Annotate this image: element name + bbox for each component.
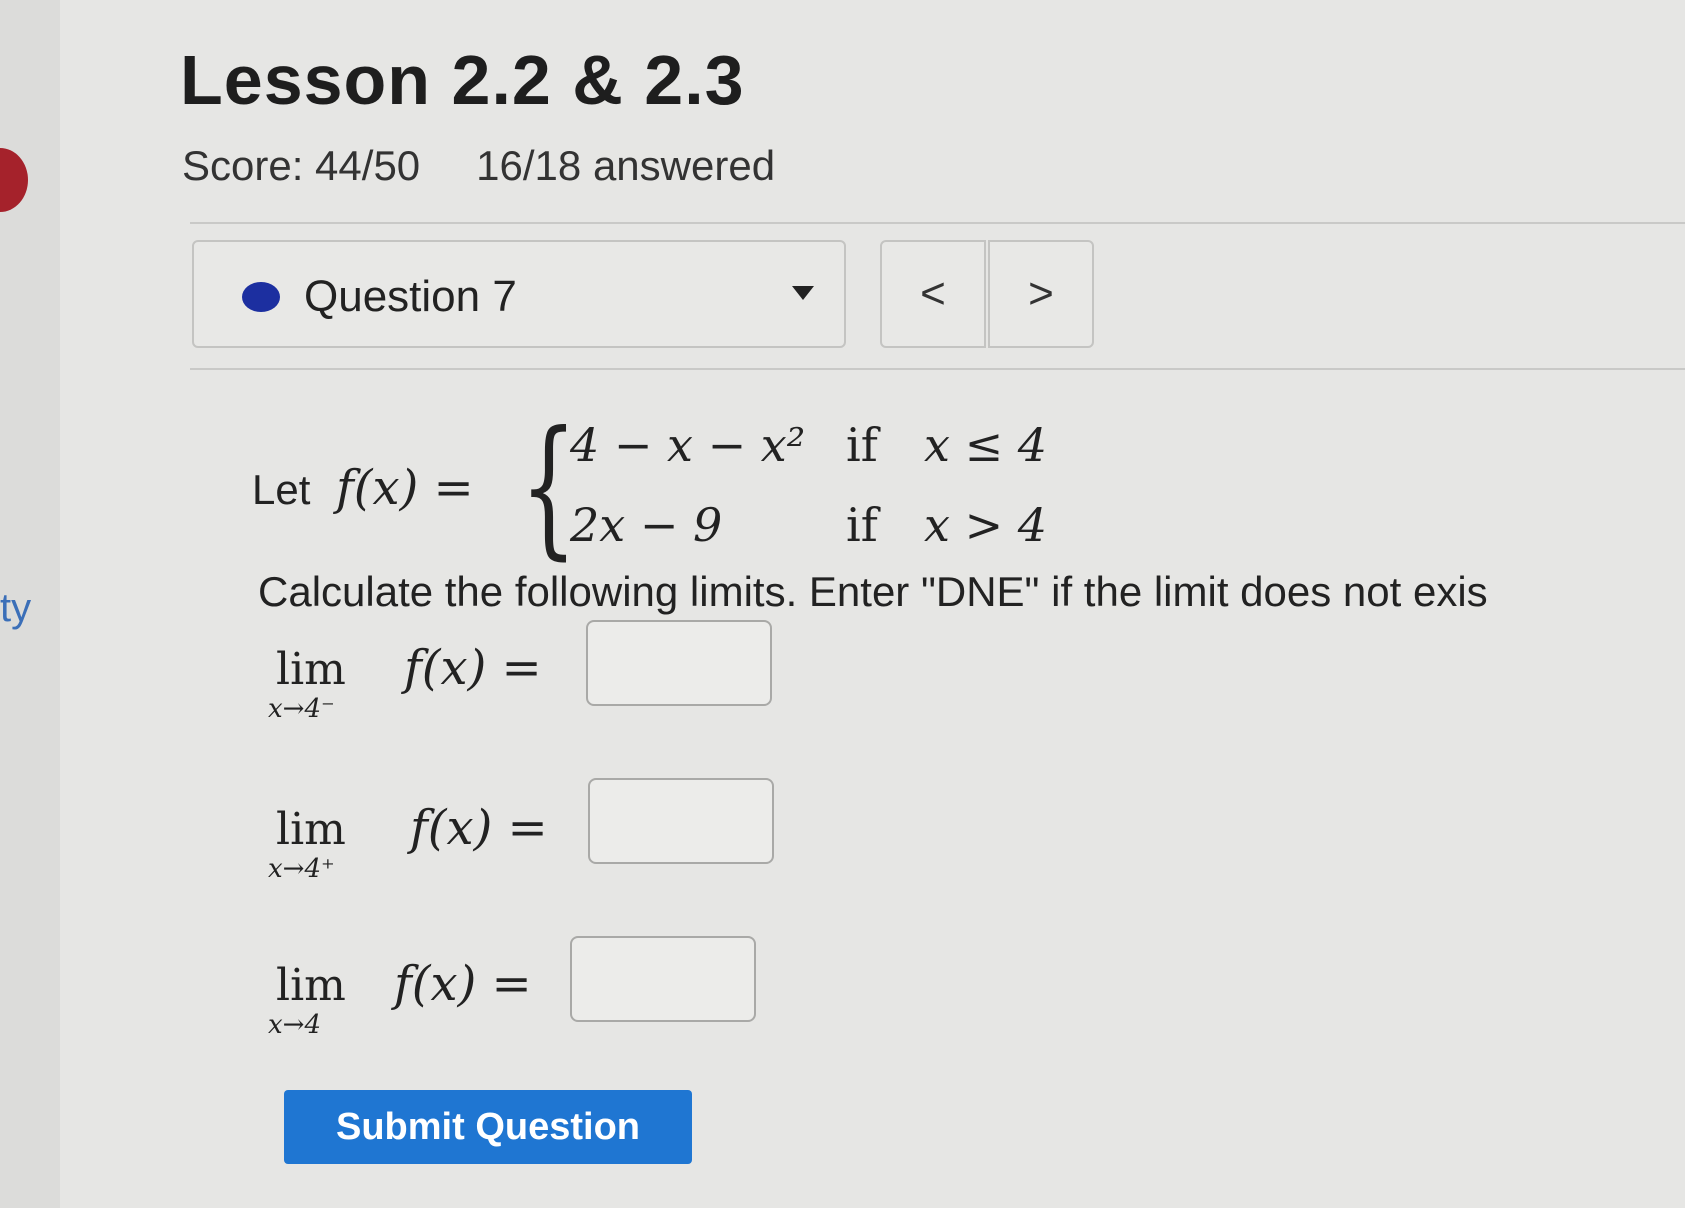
question-status-dot xyxy=(242,282,280,312)
case-condition: x ≤ 4 xyxy=(924,418,1047,472)
limit-right-input[interactable] xyxy=(588,778,774,864)
limit-two-sided-input[interactable] xyxy=(570,936,756,1022)
lim-word: lim xyxy=(276,644,346,695)
lim-subscript: x→4 xyxy=(268,1010,321,1040)
question-select-label: Question 7 xyxy=(304,272,517,321)
lim-subscript: x→4⁻ xyxy=(268,694,335,724)
function-lhs: f(x) = xyxy=(336,460,474,516)
lim-expression: f(x) = xyxy=(394,956,532,1012)
caret-down-icon xyxy=(792,286,814,300)
sidebar-partial-text[interactable]: ty xyxy=(0,586,31,631)
lim-expression: f(x) = xyxy=(404,640,542,696)
lim-word: lim xyxy=(276,960,346,1011)
divider-bottom xyxy=(190,368,1685,370)
next-question-button[interactable]: > xyxy=(988,240,1094,348)
lim-word: lim xyxy=(276,804,346,855)
let-word: Let xyxy=(252,466,311,513)
previous-question-button[interactable]: < xyxy=(880,240,986,348)
question-select[interactable]: Question 7 xyxy=(192,240,846,348)
page-title: Lesson 2.2 & 2.3 xyxy=(180,41,745,119)
submit-question-button[interactable]: Submit Question xyxy=(284,1090,692,1164)
score-text: Score: 44/50 xyxy=(182,142,421,189)
score-line: Score: 44/50 16/18 answered xyxy=(182,142,831,190)
divider-top xyxy=(190,222,1685,224)
case-expression: 2x − 9 xyxy=(570,498,723,552)
instructions-text: Calculate the following limits. Enter "D… xyxy=(258,568,1488,615)
lim-expression: f(x) = xyxy=(410,800,548,856)
case-if-word: if xyxy=(846,418,878,472)
limit-left-input[interactable] xyxy=(586,620,772,706)
case-condition: x > 4 xyxy=(924,498,1047,552)
case-if-word: if xyxy=(846,498,878,552)
piecewise-brace: { xyxy=(520,400,578,574)
lim-subscript: x→4⁺ xyxy=(268,854,335,884)
case-expression: 4 − x − x² xyxy=(570,418,806,472)
answered-count: 16/18 answered xyxy=(476,142,776,189)
